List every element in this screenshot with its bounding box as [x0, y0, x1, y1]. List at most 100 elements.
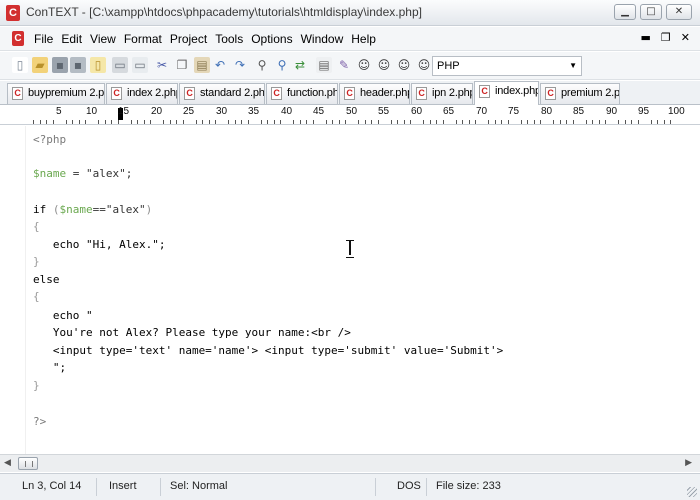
new-file-icon[interactable]: ▯	[12, 57, 28, 73]
menu-tools[interactable]: Tools	[211, 31, 247, 47]
chevron-down-icon[interactable]: ▼	[569, 57, 577, 75]
replace-icon[interactable]: ⇄	[292, 57, 308, 73]
ruler-tick	[66, 120, 67, 124]
redo-icon-glyph: ↷	[234, 58, 246, 72]
redo-icon[interactable]: ↷	[232, 57, 248, 73]
export-icon-glyph: ▤	[318, 58, 330, 72]
horizontal-scrollbar[interactable]: ◀ ▶	[0, 454, 700, 472]
print-icon[interactable]: ▭	[112, 57, 128, 73]
menu-window[interactable]: Window	[297, 31, 348, 47]
ruler-tick	[40, 120, 41, 124]
maximize-button[interactable]: □	[640, 4, 662, 20]
menu-project[interactable]: Project	[166, 31, 211, 47]
code-line-15[interactable]: }	[33, 378, 40, 394]
doc-minimize-button[interactable]: ▬	[641, 31, 651, 44]
ruler-tick	[618, 120, 619, 124]
ruler-tick	[540, 120, 541, 124]
selection-mode[interactable]: Sel: Normal	[170, 480, 227, 492]
code-line-8[interactable]: }	[33, 254, 40, 270]
print-preview-icon[interactable]: ▭	[132, 57, 148, 73]
code-line-10[interactable]: {	[33, 289, 40, 305]
doc-close-button[interactable]: ✕	[681, 31, 690, 44]
close-file-icon[interactable]: ▯	[90, 57, 106, 73]
user-exec-2-icon[interactable]: ☺	[376, 57, 392, 73]
ruler-tick	[391, 120, 392, 124]
undo-icon[interactable]: ↶	[212, 57, 228, 73]
highlighter-icon[interactable]: ✎	[336, 57, 352, 73]
ruler-tick	[592, 120, 593, 124]
code-line-9[interactable]: else	[33, 272, 60, 288]
menu-help[interactable]: Help	[347, 31, 380, 47]
insert-mode[interactable]: Insert	[109, 480, 137, 492]
close-button[interactable]: ✕	[666, 4, 692, 20]
ruler-tick	[98, 120, 99, 124]
ruler-tick	[358, 120, 359, 124]
ruler-label: 100	[668, 106, 685, 117]
ruler-tick	[170, 120, 171, 124]
menu-edit[interactable]: Edit	[57, 31, 86, 47]
toolbar: PHP ▼ ▯ ▰ ▪ ▪ ▯ ▭ ▭ ✂ ❐ ▤ ↶ ↷ ⚲ ⚲ ⇄ ▤ ✎ ☺ ☺ ☺ ☺	[0, 52, 700, 80]
paren-open: (	[52, 203, 60, 216]
file-tab[interactable]: Cstandard 2.php	[179, 83, 265, 104]
language-value: PHP	[437, 60, 460, 72]
menu-format[interactable]: Format	[120, 31, 166, 47]
line-ending[interactable]: DOS	[397, 480, 421, 492]
scrollbar-thumb[interactable]	[18, 457, 38, 470]
file-tab[interactable]: Cheader.php	[339, 83, 410, 104]
save-all-icon[interactable]: ▪	[70, 57, 86, 73]
ruler-tick	[241, 120, 242, 124]
export-icon[interactable]: ▤	[316, 57, 332, 73]
menu-view[interactable]: View	[86, 31, 120, 47]
find-icon[interactable]: ⚲	[254, 57, 270, 73]
ruler-tick	[404, 120, 405, 124]
code-line-11[interactable]: echo "	[33, 308, 93, 324]
ruler-tick	[183, 120, 184, 124]
paste-icon-glyph: ▤	[196, 58, 208, 72]
ruler-tick	[105, 120, 106, 124]
resize-grip-icon[interactable]	[687, 487, 697, 497]
language-select[interactable]: PHP ▼	[432, 56, 582, 76]
user-exec-1-icon[interactable]: ☺	[356, 57, 372, 73]
editor-gutter[interactable]	[0, 126, 26, 454]
user-exec-4-icon[interactable]: ☺	[416, 57, 432, 73]
ruler-tick	[248, 120, 249, 124]
ruler-tick	[664, 120, 665, 124]
status-divider	[375, 478, 376, 496]
paste-icon[interactable]: ▤	[194, 57, 210, 73]
code-line-14[interactable]: ";	[33, 360, 66, 376]
file-tab[interactable]: Cpremium 2.php	[540, 83, 620, 104]
assignment-token: = "alex";	[66, 167, 133, 180]
file-tab[interactable]: Cfunction.php	[266, 83, 338, 104]
document-menu-icon[interactable]: C	[12, 31, 24, 46]
file-tab-label: index.php	[495, 85, 539, 97]
save-icon[interactable]: ▪	[52, 57, 68, 73]
code-line-5[interactable]: if ($name=="alex")	[33, 202, 152, 218]
code-line-17[interactable]: ?>	[33, 414, 46, 430]
php-open-tag: <?php	[33, 133, 67, 146]
php-file-icon: C	[479, 85, 490, 98]
code-editor[interactable]: <?php $name = "alex"; if ($name=="alex")…	[0, 126, 700, 454]
code-line-6[interactable]: {	[33, 219, 40, 235]
find-next-icon[interactable]: ⚲	[274, 57, 290, 73]
scroll-left-icon[interactable]: ◀	[4, 458, 11, 468]
menu-options[interactable]: Options	[247, 31, 296, 47]
code-line-1[interactable]: <?php	[33, 132, 66, 148]
menu-file[interactable]: File	[30, 31, 57, 47]
file-tab[interactable]: Cipn 2.php	[411, 83, 473, 104]
code-line-3[interactable]: $name = "alex";	[33, 166, 132, 182]
context-app-icon[interactable]: C	[6, 5, 20, 21]
scroll-right-icon[interactable]: ▶	[685, 458, 692, 468]
doc-restore-button[interactable]: ❐	[661, 31, 671, 44]
variable-token: $name	[33, 167, 67, 180]
copy-icon[interactable]: ❐	[174, 57, 190, 73]
user-exec-3-icon[interactable]: ☺	[396, 57, 412, 73]
file-tab[interactable]: Cindex 2.php	[106, 83, 178, 104]
file-tab[interactable]: Cbuypremium 2.php	[7, 83, 105, 104]
code-line-13[interactable]: <input type='text' name='name'> <input t…	[33, 343, 503, 359]
minimize-button[interactable]: ▁	[614, 4, 636, 20]
open-folder-icon[interactable]: ▰	[32, 57, 48, 73]
code-line-12[interactable]: You're not Alex? Please type your name:<…	[33, 325, 351, 341]
code-line-7[interactable]: echo "Hi, Alex.";	[33, 237, 166, 253]
cut-icon[interactable]: ✂	[154, 57, 170, 73]
file-tab[interactable]: Cindex.php	[474, 81, 539, 105]
